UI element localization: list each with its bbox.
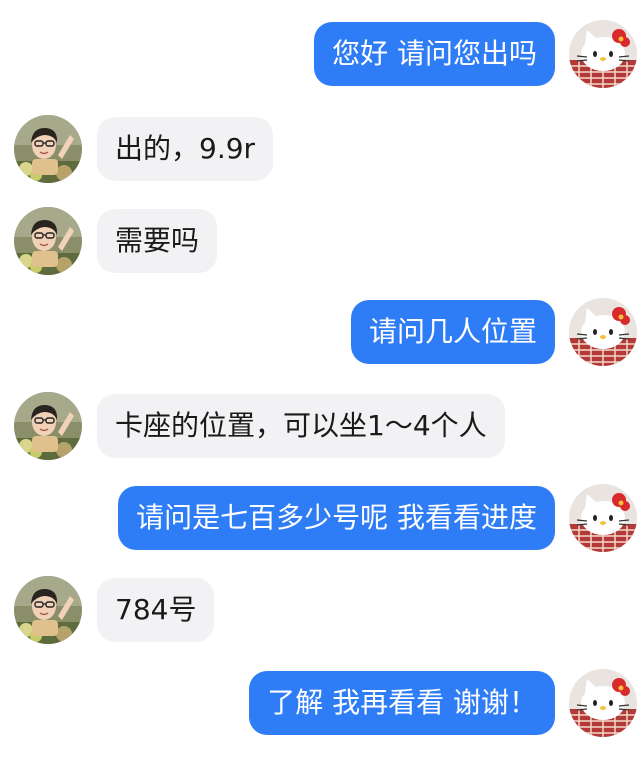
message-row: 卡座的位置，可以坐1～4个人 — [0, 390, 644, 464]
person-photo-avatar-icon[interactable] — [14, 392, 82, 460]
message-row: 784号 — [0, 574, 644, 648]
hello-kitty-avatar-icon[interactable] — [569, 484, 637, 552]
incoming-message-bubble[interactable]: 784号 — [97, 578, 215, 642]
person-photo-avatar-icon[interactable] — [14, 576, 82, 644]
outgoing-message-bubble[interactable]: 了解 我再看看 谢谢！ — [249, 671, 555, 735]
incoming-message-bubble[interactable]: 卡座的位置，可以坐1～4个人 — [97, 394, 505, 458]
outgoing-message-bubble[interactable]: 您好 请问您出吗 — [314, 22, 555, 86]
hello-kitty-avatar-icon[interactable] — [569, 20, 637, 88]
incoming-message-bubble[interactable]: 需要吗 — [97, 209, 218, 273]
message-row: 请问几人位置 — [0, 296, 644, 370]
person-photo-avatar-icon[interactable] — [14, 207, 82, 275]
message-row: 请问是七百多少号呢 我看看进度 — [0, 482, 644, 556]
hello-kitty-avatar-icon[interactable] — [569, 298, 637, 366]
message-row: 您好 请问您出吗 — [0, 18, 644, 92]
outgoing-message-bubble[interactable]: 请问是七百多少号呢 我看看进度 — [118, 486, 555, 550]
hello-kitty-avatar-icon[interactable] — [569, 669, 637, 737]
message-row: 了解 我再看看 谢谢！ — [0, 667, 644, 741]
message-row: 出的，9.9r — [0, 113, 644, 187]
outgoing-message-bubble[interactable]: 请问几人位置 — [350, 300, 555, 364]
person-photo-avatar-icon[interactable] — [14, 115, 82, 183]
incoming-message-bubble[interactable]: 出的，9.9r — [97, 117, 274, 181]
message-row: 需要吗 — [0, 205, 644, 279]
chat-thread: 您好 请问您出吗 出的，9.9r 需要吗 请问几人位置 卡座的位置，可以坐1～4… — [0, 0, 644, 768]
